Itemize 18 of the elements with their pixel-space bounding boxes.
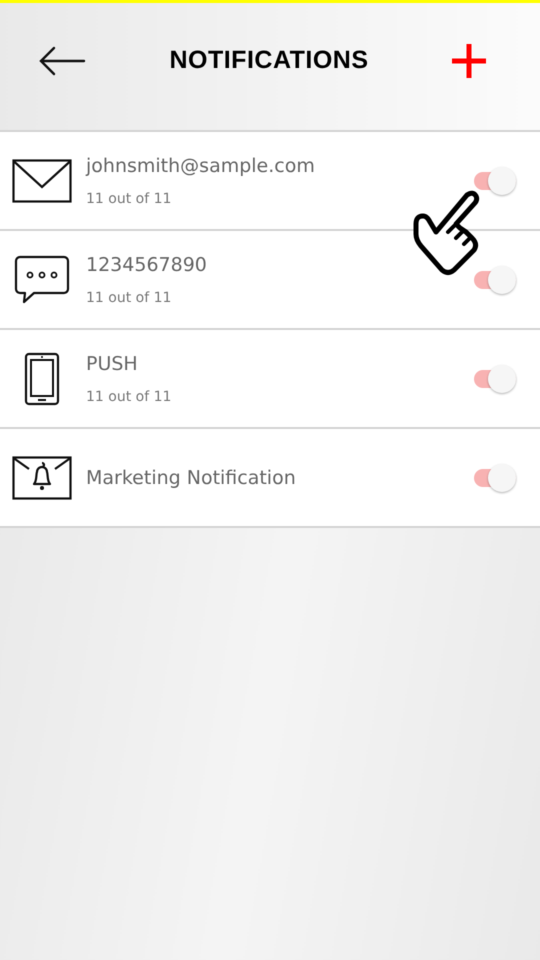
chat-bubble-icon bbox=[14, 254, 70, 304]
back-arrow-icon[interactable] bbox=[38, 44, 86, 76]
notification-row[interactable]: johnsmith@sample.com 11 out of 11 bbox=[0, 132, 540, 231]
channel-label: johnsmith@sample.com bbox=[86, 154, 316, 176]
envelope-icon bbox=[12, 158, 72, 202]
notification-row[interactable]: 1234567890 11 out of 11 bbox=[0, 231, 540, 330]
add-icon[interactable] bbox=[452, 44, 486, 78]
channel-label: PUSH bbox=[86, 352, 139, 374]
phone-icon bbox=[24, 352, 60, 406]
delivery-count: 11 out of 11 bbox=[86, 388, 172, 404]
channel-label: Marketing Notification bbox=[86, 466, 297, 488]
channel-label: 1234567890 bbox=[86, 254, 208, 276]
notification-row[interactable]: Marketing Notification bbox=[0, 429, 540, 528]
page-title: NOTIFICATIONS bbox=[169, 46, 369, 75]
delivery-count: 11 out of 11 bbox=[86, 290, 172, 306]
notification-row[interactable]: PUSH 11 out of 11 bbox=[0, 330, 540, 429]
delivery-count: 11 out of 11 bbox=[86, 190, 172, 206]
envelope-bell-icon bbox=[12, 456, 72, 500]
